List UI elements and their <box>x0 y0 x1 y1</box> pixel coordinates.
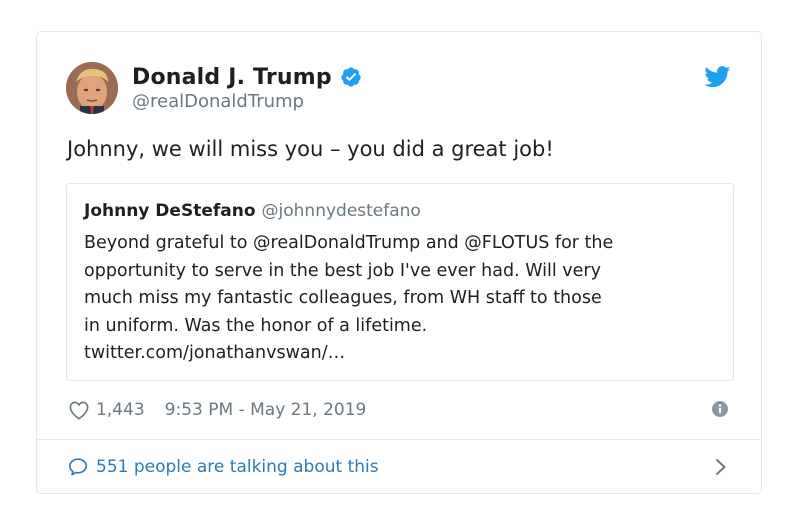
tweet-meta-row: 1,443 9:53 PM - May 21, 2019 <box>68 397 366 423</box>
heart-icon[interactable] <box>68 400 90 420</box>
chevron-right-icon[interactable] <box>715 458 727 476</box>
card-divider <box>37 439 761 440</box>
quoted-author-handle: @johnnydestefano <box>261 201 421 221</box>
tweet-timestamp[interactable]: 9:53 PM - May 21, 2019 <box>165 400 367 420</box>
embedded-tweet-card[interactable]: Donald J. Trump @realDonaldTrump Johnny,… <box>36 31 762 494</box>
speech-bubble-icon <box>68 458 88 476</box>
quoted-tweet-text: Beyond grateful to @realDonaldTrump and … <box>84 233 614 363</box>
author-avatar[interactable] <box>66 62 118 114</box>
author-handle[interactable]: @realDonaldTrump <box>132 91 304 112</box>
quoted-tweet[interactable]: Johnny DeStefano @johnnydestefano Beyond… <box>66 183 734 381</box>
quoted-tweet-header: Johnny DeStefano @johnnydestefano <box>84 201 421 221</box>
conversation-link[interactable]: 551 people are talking about this <box>67 454 379 480</box>
quoted-author-name: Johnny DeStefano <box>84 201 256 221</box>
verified-badge-icon <box>341 67 361 87</box>
author-name-row[interactable]: Donald J. Trump <box>132 62 362 92</box>
info-icon[interactable] <box>712 401 728 417</box>
tweet-text: Johnny, we will miss you – you did a gre… <box>67 137 554 161</box>
avatar-photo <box>66 62 118 114</box>
conversation-label[interactable]: 551 people are talking about this <box>96 457 379 477</box>
twitter-bird-icon[interactable] <box>704 66 731 88</box>
like-count[interactable]: 1,443 <box>96 400 145 420</box>
author-name[interactable]: Donald J. Trump <box>132 65 332 90</box>
